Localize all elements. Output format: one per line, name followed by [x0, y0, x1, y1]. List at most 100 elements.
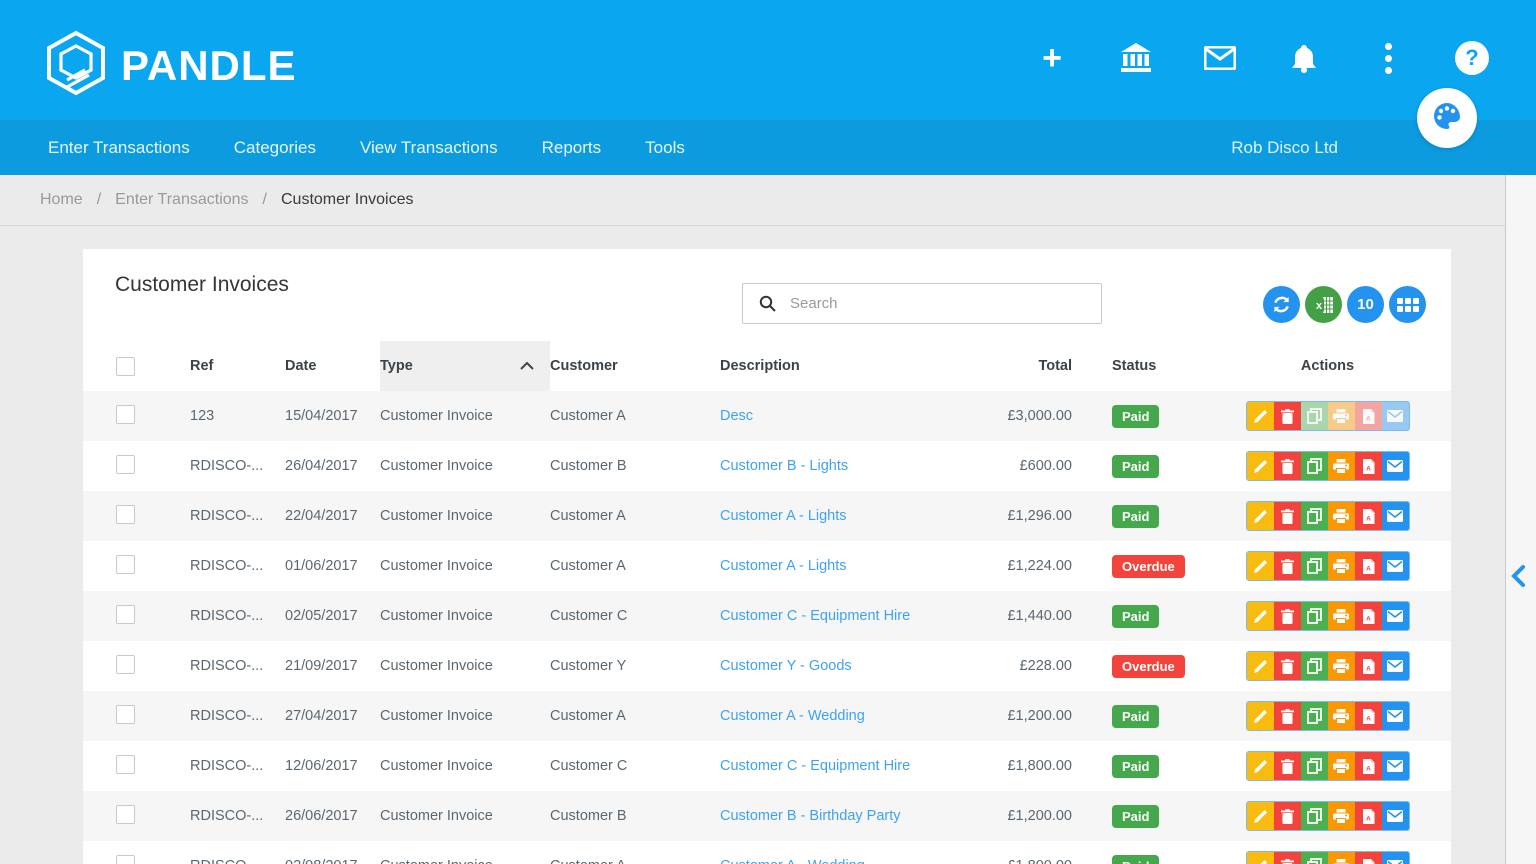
company-name[interactable]: Rob Disco Ltd: [1231, 138, 1338, 158]
nav-categories[interactable]: Categories: [234, 138, 316, 158]
table-row[interactable]: RDISCO-... 26/06/2017 Customer Invoice C…: [83, 791, 1451, 841]
pdf-button[interactable]: A: [1354, 552, 1382, 580]
delete-button[interactable]: [1273, 402, 1301, 430]
nav-tools[interactable]: Tools: [645, 138, 685, 158]
print-button[interactable]: [1327, 452, 1355, 480]
pdf-button[interactable]: A: [1354, 752, 1382, 780]
row-checkbox[interactable]: [116, 454, 135, 474]
delete-button[interactable]: [1273, 752, 1301, 780]
description-link[interactable]: Customer C - Equipment Hire: [720, 758, 910, 774]
columns-button[interactable]: [1389, 286, 1426, 323]
row-checkbox[interactable]: [116, 704, 135, 724]
page-size-button[interactable]: 10: [1347, 286, 1384, 323]
breadcrumb-enter-transactions[interactable]: Enter Transactions: [115, 191, 248, 209]
col-type[interactable]: Type: [380, 341, 550, 391]
delete-button[interactable]: [1273, 602, 1301, 630]
delete-button[interactable]: [1273, 552, 1301, 580]
nav-view-transactions[interactable]: View Transactions: [360, 138, 498, 158]
pdf-button[interactable]: A: [1354, 652, 1382, 680]
copy-button[interactable]: [1300, 402, 1328, 430]
print-button[interactable]: [1327, 602, 1355, 630]
plus-icon[interactable]: +: [1032, 38, 1072, 78]
edit-button[interactable]: [1246, 602, 1274, 630]
table-row[interactable]: RDISCO-... 02/05/2017 Customer Invoice C…: [83, 591, 1451, 641]
description-link[interactable]: Customer A - Wedding: [720, 858, 865, 864]
row-checkbox[interactable]: [116, 504, 135, 524]
table-row[interactable]: RDISCO-... 27/04/2017 Customer Invoice C…: [83, 691, 1451, 741]
row-checkbox[interactable]: [116, 754, 135, 774]
email-button[interactable]: [1381, 552, 1409, 580]
search-input[interactable]: [788, 294, 1072, 313]
table-row[interactable]: 123 15/04/2017 Customer Invoice Customer…: [83, 391, 1451, 441]
table-row[interactable]: RDISCO-... 21/09/2017 Customer Invoice C…: [83, 641, 1451, 691]
search-box[interactable]: [742, 283, 1102, 324]
col-status[interactable]: Status: [1082, 341, 1204, 391]
email-button[interactable]: [1381, 752, 1409, 780]
email-button[interactable]: [1381, 702, 1409, 730]
col-description[interactable]: Description: [720, 341, 970, 391]
copy-button[interactable]: [1300, 502, 1328, 530]
email-button[interactable]: [1381, 502, 1409, 530]
bell-icon[interactable]: [1284, 38, 1324, 78]
email-button[interactable]: [1381, 452, 1409, 480]
edit-button[interactable]: [1246, 852, 1274, 864]
edit-button[interactable]: [1246, 702, 1274, 730]
theme-palette-button[interactable]: [1417, 88, 1477, 148]
copy-button[interactable]: [1300, 852, 1328, 864]
table-row[interactable]: RDISCO-... 01/06/2017 Customer Invoice C…: [83, 541, 1451, 591]
edit-button[interactable]: [1246, 552, 1274, 580]
select-all-checkbox[interactable]: [116, 356, 135, 376]
export-excel-button[interactable]: x: [1305, 286, 1342, 323]
pdf-button[interactable]: A: [1354, 602, 1382, 630]
copy-button[interactable]: [1300, 602, 1328, 630]
row-checkbox[interactable]: [116, 804, 135, 824]
email-button[interactable]: [1381, 852, 1409, 864]
refresh-button[interactable]: [1263, 286, 1300, 323]
row-checkbox[interactable]: [116, 604, 135, 624]
table-row[interactable]: RDISCO-... 22/04/2017 Customer Invoice C…: [83, 491, 1451, 541]
email-button[interactable]: [1381, 652, 1409, 680]
pdf-button[interactable]: A: [1354, 802, 1382, 830]
delete-button[interactable]: [1273, 652, 1301, 680]
table-row[interactable]: RDISCO-... 26/04/2017 Customer Invoice C…: [83, 441, 1451, 491]
help-icon[interactable]: ?: [1452, 38, 1492, 78]
email-button[interactable]: [1381, 802, 1409, 830]
description-link[interactable]: Customer A - Lights: [720, 508, 847, 524]
print-button[interactable]: [1327, 502, 1355, 530]
pdf-button[interactable]: A: [1354, 852, 1382, 864]
pdf-button[interactable]: A: [1354, 402, 1382, 430]
nav-enter-transactions[interactable]: Enter Transactions: [48, 138, 190, 158]
row-checkbox[interactable]: [116, 854, 135, 864]
edit-button[interactable]: [1246, 452, 1274, 480]
edit-button[interactable]: [1246, 502, 1274, 530]
delete-button[interactable]: [1273, 702, 1301, 730]
print-button[interactable]: [1327, 552, 1355, 580]
expand-panel-chevron-icon[interactable]: [1511, 565, 1525, 592]
row-checkbox[interactable]: [116, 654, 135, 674]
collapsed-side-panel[interactable]: [1505, 175, 1536, 864]
nav-reports[interactable]: Reports: [542, 138, 602, 158]
row-checkbox[interactable]: [116, 554, 135, 574]
description-link[interactable]: Customer B - Lights: [720, 458, 848, 474]
copy-button[interactable]: [1300, 452, 1328, 480]
print-button[interactable]: [1327, 852, 1355, 864]
table-row[interactable]: RDISCO-... 02/08/2017 Customer Invoice C…: [83, 841, 1451, 864]
col-date[interactable]: Date: [285, 341, 380, 391]
col-ref[interactable]: Ref: [190, 341, 285, 391]
email-button[interactable]: [1381, 602, 1409, 630]
print-button[interactable]: [1327, 402, 1355, 430]
mail-icon[interactable]: [1200, 38, 1240, 78]
edit-button[interactable]: [1246, 402, 1274, 430]
kebab-menu-icon[interactable]: [1368, 38, 1408, 78]
pdf-button[interactable]: A: [1354, 452, 1382, 480]
description-link[interactable]: Customer B - Birthday Party: [720, 808, 901, 824]
delete-button[interactable]: [1273, 852, 1301, 864]
table-row[interactable]: RDISCO-... 12/06/2017 Customer Invoice C…: [83, 741, 1451, 791]
edit-button[interactable]: [1246, 802, 1274, 830]
breadcrumb-home[interactable]: Home: [40, 191, 83, 209]
description-link[interactable]: Customer Y - Goods: [720, 658, 852, 674]
copy-button[interactable]: [1300, 552, 1328, 580]
print-button[interactable]: [1327, 802, 1355, 830]
description-link[interactable]: Desc: [720, 408, 753, 424]
delete-button[interactable]: [1273, 802, 1301, 830]
